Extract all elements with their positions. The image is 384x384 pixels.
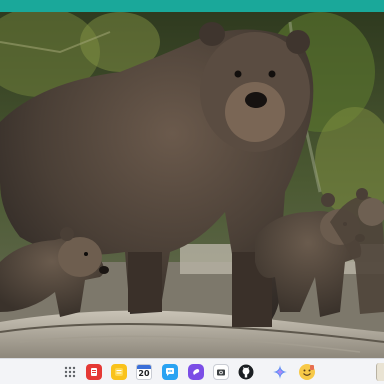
desktop-screen: 20 xyxy=(0,0,384,384)
emoji-icon-glyph xyxy=(299,364,315,380)
camera-icon-glyph xyxy=(217,369,225,376)
calendar-day-number: 20 xyxy=(138,369,150,378)
red-app-icon-glyph xyxy=(91,368,97,376)
red-app-icon[interactable] xyxy=(86,364,102,380)
partial-edge-icon[interactable] xyxy=(376,363,384,381)
github-icon[interactable] xyxy=(238,364,254,380)
spark-icon[interactable] xyxy=(272,364,288,380)
notes-icon-glyph xyxy=(115,368,123,376)
purple-app-icon[interactable] xyxy=(188,364,204,380)
notes-icon[interactable] xyxy=(111,364,127,380)
purple-app-icon-glyph xyxy=(193,369,200,375)
messages-icon[interactable] xyxy=(162,364,178,380)
wallpaper-photo xyxy=(0,12,384,358)
spark-icon-glyph xyxy=(273,365,287,379)
app-grid-icon-glyph xyxy=(64,366,76,378)
emoji-icon[interactable] xyxy=(299,364,315,380)
bear-family-image xyxy=(0,12,384,358)
window-top-bar xyxy=(0,0,384,12)
taskbar: 20 xyxy=(0,358,384,384)
calendar-icon[interactable]: 20 xyxy=(136,364,152,380)
messages-icon-glyph xyxy=(166,368,174,376)
app-grid-icon[interactable] xyxy=(62,364,78,380)
github-icon-glyph xyxy=(238,364,254,380)
camera-icon[interactable] xyxy=(213,364,229,380)
